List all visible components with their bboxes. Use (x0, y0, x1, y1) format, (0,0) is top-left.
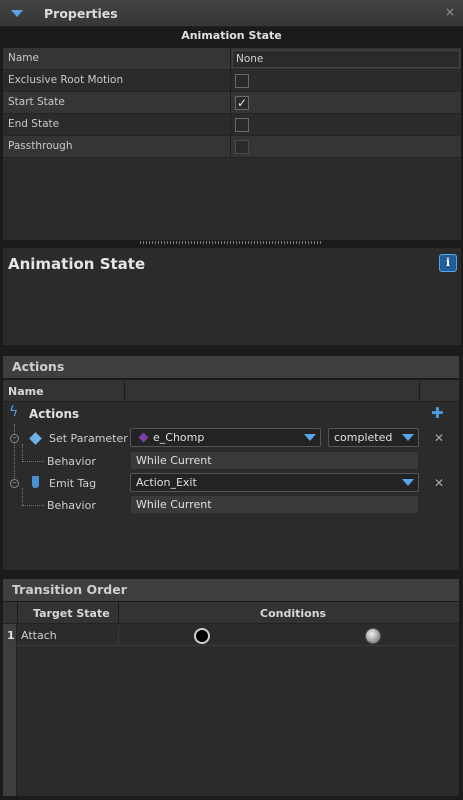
collapse-toggle-icon[interactable]: – (10, 479, 19, 488)
property-row-exclusive-root-motion: Exclusive Root Motion (3, 70, 461, 92)
parameter-dropdown-value: e_Chomp (153, 431, 205, 444)
info-icon[interactable]: i (439, 254, 457, 272)
column-divider[interactable] (230, 136, 231, 158)
info-panel: Animation State i (3, 248, 461, 345)
actions-panel-header[interactable]: Actions (3, 356, 459, 378)
property-label: Exclusive Root Motion (8, 74, 124, 86)
window-title: Properties (44, 6, 118, 21)
behavior-label: Behavior (47, 499, 96, 512)
section-header-animation-state: Animation State (181, 29, 282, 42)
tree-connector (22, 505, 44, 506)
start-state-checkbox[interactable]: ✓ (235, 96, 249, 110)
chevron-down-icon (402, 479, 414, 486)
remove-emit-tag-icon[interactable]: ✕ (434, 476, 444, 490)
column-divider[interactable] (230, 70, 231, 92)
chevron-down-icon (402, 434, 414, 441)
conditions-column-header[interactable]: Conditions (260, 607, 326, 620)
set-parameter-diamond-icon (29, 432, 42, 445)
property-grid: Name None Exclusive Root Motion Start St… (3, 48, 461, 158)
transition-order-panel: Target State Conditions 1 Attach (3, 602, 459, 796)
property-row-name: Name None (3, 48, 461, 70)
column-divider[interactable] (17, 602, 18, 624)
actions-panel: Name ϟ Actions ✚ – Set Parameter e_Chomp… (3, 380, 459, 570)
condition-toggle-icon[interactable] (365, 628, 381, 644)
property-label: Start State (8, 96, 65, 108)
passthrough-checkbox[interactable] (235, 140, 249, 154)
property-label: Passthrough (8, 140, 73, 152)
splitter-handle[interactable] (140, 241, 323, 244)
property-row-end-state: End State (3, 114, 461, 136)
column-divider[interactable] (230, 92, 231, 114)
parameter-dropdown[interactable]: e_Chomp (130, 428, 321, 447)
condition-port-icon[interactable] (194, 628, 210, 644)
table-row[interactable]: 1 Attach (3, 626, 459, 646)
actions-column-header: Name (3, 380, 459, 402)
column-divider[interactable] (124, 380, 125, 402)
row-number: 1 (7, 629, 15, 642)
column-divider[interactable] (118, 602, 119, 624)
transition-column-header: Target State Conditions (3, 602, 459, 624)
add-action-icon[interactable]: ✚ (431, 404, 444, 422)
parameter-type-icon (138, 432, 149, 443)
transition-order-panel-header[interactable]: Transition Order (3, 579, 459, 601)
tag-dropdown-value: Action_Exit (136, 476, 197, 489)
property-row-start-state: Start State ✓ (3, 92, 461, 114)
name-field[interactable]: None (232, 50, 460, 68)
parameter-state-value: completed (334, 431, 393, 444)
column-divider[interactable] (230, 48, 231, 70)
behavior-label: Behavior (47, 455, 96, 468)
chevron-down-icon (304, 434, 316, 441)
collapse-arrow-icon[interactable] (11, 10, 23, 17)
tree-connector (22, 488, 23, 505)
property-grid-empty-area (3, 158, 461, 240)
property-row-passthrough: Passthrough (3, 136, 461, 158)
column-divider[interactable] (419, 380, 420, 402)
tree-connector (22, 444, 23, 462)
set-parameter-label: Set Parameter (49, 432, 128, 445)
emit-tag-label: Emit Tag (49, 477, 97, 490)
target-state-cell[interactable]: Attach (21, 629, 57, 642)
column-name-header[interactable]: Name (8, 385, 44, 398)
behavior-field[interactable]: While Current (130, 451, 419, 470)
column-divider (118, 626, 119, 646)
lightning-bolt-icon: ϟ (9, 404, 19, 420)
actions-group-label: Actions (29, 407, 80, 421)
column-divider[interactable] (230, 114, 231, 136)
close-icon[interactable]: × (445, 5, 455, 19)
end-state-checkbox[interactable] (235, 118, 249, 132)
property-label: End State (8, 118, 60, 130)
parameter-state-dropdown[interactable]: completed (328, 428, 419, 447)
properties-titlebar: Properties × (0, 0, 463, 27)
row-number-gutter (3, 624, 17, 796)
target-state-column-header[interactable]: Target State (33, 607, 110, 620)
tree-connector (22, 461, 44, 462)
tag-dropdown[interactable]: Action_Exit (130, 473, 419, 492)
property-label: Name (8, 52, 39, 64)
behavior-field[interactable]: While Current (130, 495, 419, 514)
info-heading: Animation State (8, 255, 146, 273)
exclusive-root-motion-checkbox[interactable] (235, 74, 249, 88)
remove-set-parameter-icon[interactable]: ✕ (434, 431, 444, 445)
collapse-toggle-icon[interactable]: – (10, 434, 19, 443)
emit-tag-icon (32, 476, 39, 488)
